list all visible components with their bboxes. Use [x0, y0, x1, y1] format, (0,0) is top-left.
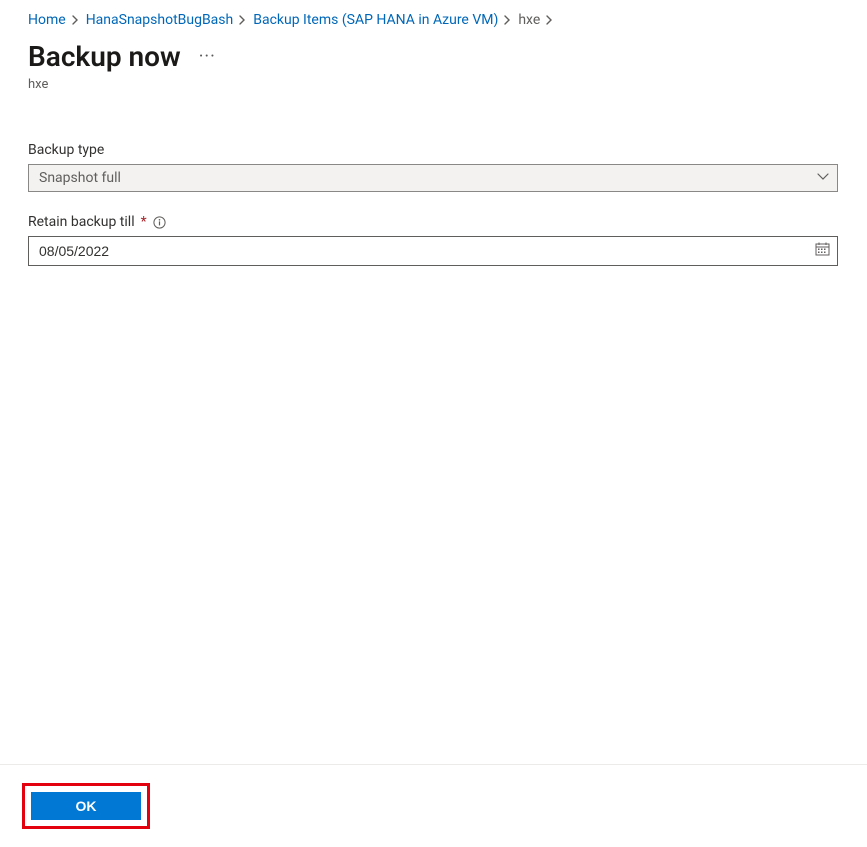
breadcrumb-home[interactable]: Home — [28, 10, 66, 30]
required-indicator: * — [141, 214, 147, 230]
chevron-right-icon — [546, 15, 554, 25]
page-header: Backup now ··· hxe — [0, 34, 867, 92]
field-retain-till: Retain backup till * — [28, 214, 839, 266]
info-icon[interactable] — [153, 216, 166, 229]
ok-button[interactable]: OK — [31, 792, 141, 820]
breadcrumb-backup-items[interactable]: Backup Items (SAP HANA in Azure VM) — [253, 10, 498, 30]
backup-type-value: Snapshot full — [28, 164, 838, 192]
footer: OK — [0, 764, 867, 847]
field-backup-type: Backup type Snapshot full — [28, 142, 839, 192]
backup-type-select[interactable]: Snapshot full — [28, 164, 838, 192]
chevron-right-icon — [239, 15, 247, 25]
backup-type-label: Backup type — [28, 142, 104, 158]
retain-till-label: Retain backup till — [28, 214, 135, 230]
breadcrumb: Home HanaSnapshotBugBash Backup Items (S… — [0, 0, 867, 34]
highlight-annotation: OK — [22, 783, 150, 829]
chevron-right-icon — [72, 15, 80, 25]
form: Backup type Snapshot full Retain backup … — [0, 92, 867, 288]
page-title: Backup now — [28, 40, 181, 73]
breadcrumb-current[interactable]: hxe — [518, 10, 540, 30]
retain-till-input[interactable] — [28, 236, 838, 266]
calendar-icon[interactable] — [815, 242, 830, 261]
more-icon[interactable]: ··· — [199, 46, 216, 67]
page-subtitle: hxe — [28, 77, 867, 92]
chevron-right-icon — [504, 15, 512, 25]
breadcrumb-vault[interactable]: HanaSnapshotBugBash — [86, 10, 234, 30]
